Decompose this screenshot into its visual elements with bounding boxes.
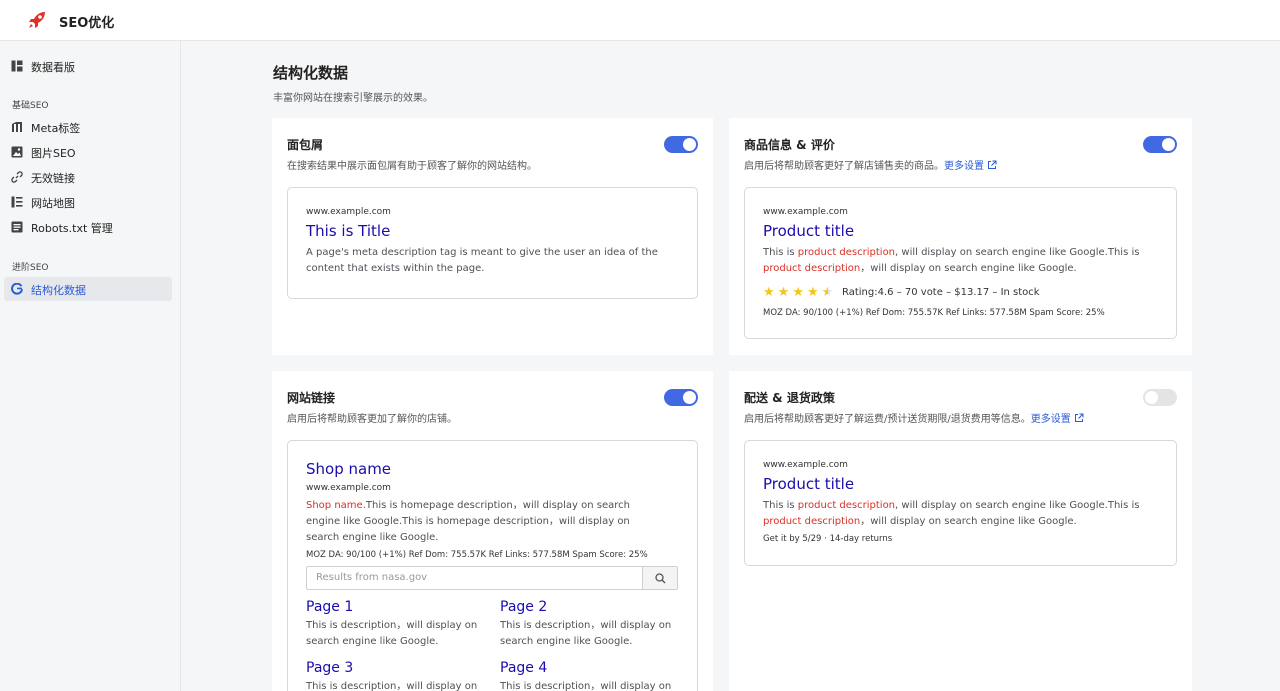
preview-description: This is product description, will displa… [763,247,1140,274]
sitelink-title[interactable]: Page 3 [306,660,353,676]
preview-title: Product title [763,222,855,240]
top-bar: SEO优化 [0,0,1280,41]
sitelink-title[interactable]: Page 1 [306,599,353,615]
preview-url: www.example.com [306,207,391,217]
sidebar-item-broken-links[interactable]: 无效链接 [4,165,172,189]
card-description: 启用后将帮助顾客更好了解运费/预计送货期限/退货费用等信息。更多设置 [744,410,1084,425]
sitelinks-card: 网站链接 启用后将帮助顾客更加了解你的店铺。 Shop name www.exa… [272,371,713,691]
search-preview: www.example.com Product title This is pr… [744,440,1177,566]
product-toggle[interactable] [1143,136,1177,153]
card-title: 商品信息 & 评价 [744,138,835,152]
site-search-input[interactable]: Results from nasa.gov [306,566,678,590]
preview-shop-name: Shop name [306,460,392,478]
delivery-info: Get it by 5/29 · 14-day returns [763,534,893,544]
sitelink-description: This is description，will display on sear… [306,620,478,647]
search-icon [654,572,665,583]
card-title: 网站链接 [287,391,336,405]
app-title: SEO优化 [59,16,115,31]
sidebar-item-label: Meta标签 [31,122,81,135]
sidebar-item-label: 无效链接 [31,172,75,185]
star-icon: ★ [806,285,819,300]
sidebar: 数据看版 基础SEO Meta标签 图片SEO 无效链接 网站地图 Robots… [0,41,181,691]
product-card: 商品信息 & 评价 启用后将帮助顾客更好了解店铺售卖的商品。更多设置 www.e… [729,118,1192,355]
file-icon [11,221,23,233]
star-icon: ★ [763,285,775,300]
sitelinks-toggle[interactable] [664,389,698,406]
sidebar-item-structured-data[interactable]: 结构化数据 [4,277,172,301]
star-icon: ★ [792,285,804,300]
sidebar-item-label: 图片SEO [31,147,76,160]
search-button[interactable] [642,567,677,589]
tag-icon [12,122,22,132]
search-placeholder: Results from nasa.gov [316,572,428,583]
image-icon [11,146,23,158]
sidebar-item-label: Robots.txt 管理 [31,222,113,235]
preview-description: This is product description, will displa… [763,500,1140,527]
card-description: 启用后将帮助顾客更好了解店铺售卖的商品。更多设置 [744,157,997,172]
preview-url: www.example.com [306,483,391,493]
preview-url: www.example.com [763,460,848,470]
breadcrumb-card: 面包屑 在搜索结果中展示面包屑有助于顾客了解你的网站结构。 www.exampl… [272,118,713,355]
search-preview: www.example.com Product title This is pr… [744,187,1177,339]
card-title: 面包屑 [287,138,324,152]
preview-title: Product title [763,475,855,493]
sidebar-item-label: 结构化数据 [31,284,86,297]
sitelink-title[interactable]: Page 4 [500,660,547,676]
nav-group-advanced: 进阶SEO [12,263,49,273]
search-preview: www.example.com This is Title A page's m… [287,187,698,299]
sidebar-item-robots[interactable]: Robots.txt 管理 [4,215,172,239]
link-icon [11,171,23,183]
sitelink-description: This is description，will display on sear… [500,681,672,691]
page-title: 结构化数据 [273,64,349,82]
list-icon [11,196,23,208]
shipping-toggle[interactable] [1143,389,1177,406]
half-star-icon: ★ [821,285,834,300]
search-preview: Shop name www.example.com Shop name.This… [287,440,698,691]
nav-group-basic: 基础SEO [12,101,49,111]
card-title: 配送 & 退货政策 [744,391,835,405]
preview-description: A page's meta description tag is meant t… [306,247,658,274]
sidebar-item-label: 网站地图 [31,197,75,210]
rating-stars: ★ ★ ★ ★ ★ [763,286,833,299]
card-description: 启用后将帮助顾客更加了解你的店铺。 [287,414,457,425]
card-description: 在搜索结果中展示面包屑有助于顾客了解你的网站结构。 [287,161,537,172]
sitelink-description: This is description，will display on sear… [306,681,478,691]
moz-stats: MOZ DA: 90/100 (+1%) Ref Dom: 755.57K Re… [763,308,1105,318]
breadcrumb-toggle[interactable] [664,136,698,153]
sidebar-item-meta[interactable]: Meta标签 [4,115,172,139]
external-link-icon [1074,413,1084,422]
page-subtitle: 丰富你网站在搜索引擎展示的效果。 [273,93,433,104]
sitelink-description: This is description，will display on sear… [500,620,672,647]
preview-title: This is Title [306,222,391,240]
preview-url: www.example.com [763,207,848,217]
sidebar-item-dashboard[interactable]: 数据看版 [4,54,172,78]
sidebar-item-image-seo[interactable]: 图片SEO [4,140,172,164]
shipping-card: 配送 & 退货政策 启用后将帮助顾客更好了解运费/预计送货期限/退货费用等信息。… [729,371,1192,691]
external-link-icon [988,160,997,169]
moz-stats: MOZ DA: 90/100 (+1%) Ref Dom: 755.57K Re… [306,550,648,560]
more-settings-link[interactable]: 更多设置 [944,160,997,172]
more-settings-link[interactable]: 更多设置 [1031,413,1084,425]
sidebar-item-sitemap[interactable]: 网站地图 [4,190,172,214]
dashboard-icon [11,60,23,72]
preview-description: Shop name.This is homepage description，w… [306,500,630,543]
sitelink-title[interactable]: Page 2 [500,599,547,615]
sidebar-item-label: 数据看版 [31,61,75,74]
star-icon: ★ [777,285,790,300]
google-icon [11,283,23,295]
rocket-logo-icon [29,12,45,28]
rating-text: Rating:4.6 – 70 vote – $13.17 – In stock [842,287,1040,298]
